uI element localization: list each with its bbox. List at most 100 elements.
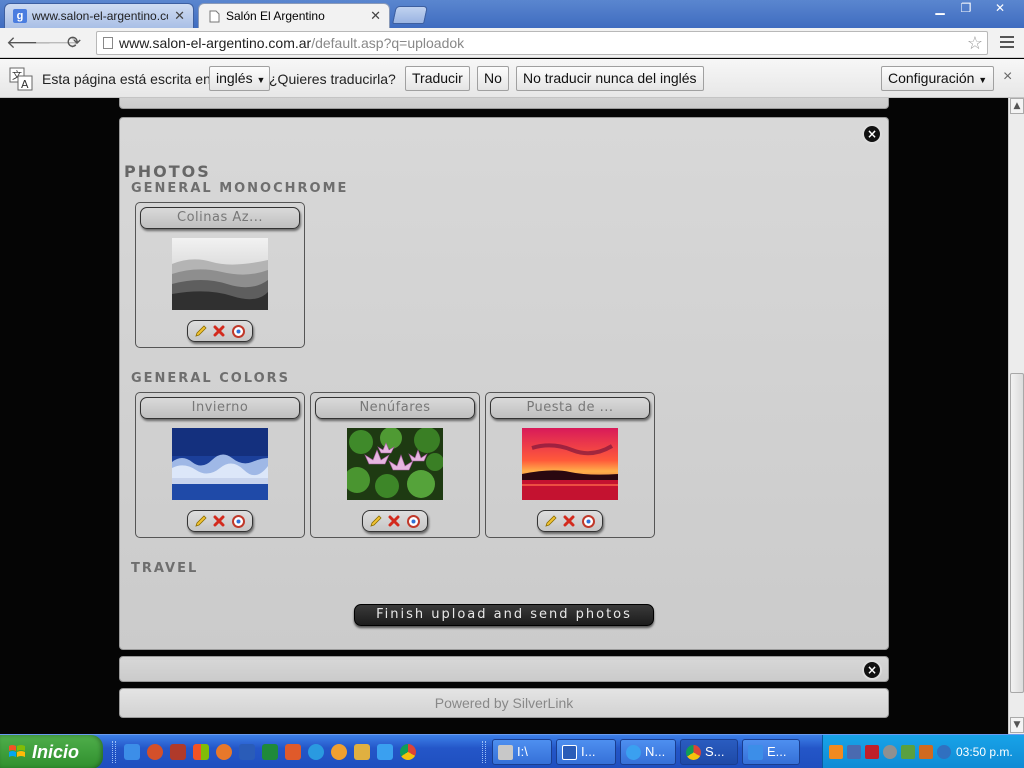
photo-actions [537,510,603,532]
tray-network-icon[interactable] [847,745,861,759]
photo-name[interactable]: Invierno [140,397,300,419]
taskbar-item-explorer[interactable]: E... [742,739,800,765]
dropdown-arrow-icon: ▼ [978,75,988,85]
media-player-quicklaunch-icon[interactable] [308,744,324,760]
chrome-quicklaunch-icon[interactable] [400,744,416,760]
tab-salon-el-argentino-com[interactable]: g www.salon-el-argentino.com ✕ [4,3,194,28]
chrome-menu-icon[interactable] [1000,36,1014,50]
no-translate-button[interactable]: No [477,66,509,91]
taskbar-item-chrome[interactable]: S... [680,739,738,765]
language-select[interactable]: inglés ▼ [209,66,271,91]
tray-antivirus-icon[interactable] [865,745,879,759]
start-label: Inicio [32,742,80,762]
edit-pencil-icon[interactable] [194,324,208,338]
edit-pencil-icon[interactable] [369,514,383,528]
photo-card: Invierno [135,392,305,538]
windows-quicklaunch-icon[interactable] [193,744,209,760]
delete-x-icon[interactable] [562,514,576,528]
taskbar-item-drive[interactable]: I:\ [492,739,552,765]
url-host: www.salon-el-argentino.com.ar [119,35,312,51]
photo-card: Nenúfares [310,392,480,538]
ie-icon [626,745,641,760]
app-quicklaunch-icon[interactable] [285,744,301,760]
delete-x-icon[interactable] [212,324,226,338]
tray-update-icon[interactable] [901,745,915,759]
tab-label: Salón El Argentino [226,9,325,23]
photo-name[interactable]: Puesta de ... [490,397,650,419]
ie-blue-quicklaunch-icon[interactable] [377,744,393,760]
taskbar-grip[interactable] [112,741,116,763]
taskbar-item-label: S... [705,744,725,759]
bookmark-star-icon[interactable]: ☆ [967,32,983,54]
start-button[interactable]: Inicio [0,735,103,768]
translate-button[interactable]: Traducir [405,66,470,91]
reload-icon[interactable]: ⟳ [63,33,85,53]
browser-title-bar: g www.salon-el-argentino.com ✕ Salón El … [0,0,1024,28]
vertical-scrollbar[interactable]: ▲ ▼ [1008,98,1024,734]
never-translate-button[interactable]: No traducir nunca del inglés [516,66,704,91]
excel-quicklaunch-icon[interactable] [262,744,278,760]
close-tab-icon[interactable]: ✕ [370,8,381,24]
address-bar[interactable]: www.salon-el-argentino.com.ar/default.as… [96,31,988,55]
page-icon [103,37,113,49]
restore-window-icon[interactable]: ❐ [954,0,978,18]
photo-name[interactable]: Nenúfares [315,397,475,419]
word-quicklaunch-icon[interactable] [239,744,255,760]
windows-taskbar: Inicio I:\ I... N... S... E... 03:50 p.m… [0,734,1024,768]
rotate-icon[interactable] [231,324,245,338]
br-quicklaunch-icon[interactable] [170,744,186,760]
scroll-down-arrow-icon[interactable]: ▼ [1010,717,1024,733]
delete-x-icon[interactable] [387,514,401,528]
section-title: PHOTOS [124,162,211,181]
tray-app-icon[interactable] [829,745,843,759]
clock[interactable]: 03:50 p.m. [956,735,1013,768]
rotate-icon[interactable] [406,514,420,528]
close-infobar-icon[interactable]: × [1003,68,1012,86]
firefox-old-quicklaunch-icon[interactable] [147,744,163,760]
back-arrow-icon[interactable]: 🡐 [6,33,52,53]
footer: Powered by SilverLink [119,688,889,718]
taskbar-item-ie[interactable]: N... [620,739,676,765]
photo-card: Puesta de ... [485,392,655,538]
new-tab-button[interactable] [392,6,428,24]
taskbar-item-word[interactable]: I... [556,739,616,765]
translate-settings-button[interactable]: Configuración ▼ [881,66,995,91]
sunset-thumbnail[interactable] [522,428,618,500]
firefox-quicklaunch-icon[interactable] [216,744,232,760]
tab-salon-el-argentino[interactable]: Salón El Argentino ✕ [198,3,390,28]
orange-app-quicklaunch-icon[interactable] [331,744,347,760]
tray-shield-icon[interactable] [883,745,897,759]
close-window-icon[interactable]: ✕ [986,0,1014,18]
edit-pencil-icon[interactable] [544,514,558,528]
finish-upload-button[interactable]: Finish upload and send photos [354,604,654,626]
tray-security-icon[interactable] [937,745,951,759]
powered-by-text: Powered by SilverLink [434,695,574,711]
close-panel-icon[interactable]: × [862,124,882,144]
water-lilies-thumbnail[interactable] [347,428,443,500]
close-tab-icon[interactable]: ✕ [174,8,185,24]
photo-name[interactable]: Colinas Az... [140,207,300,229]
paint-quicklaunch-icon[interactable] [354,744,370,760]
tray-volume-icon[interactable] [919,745,933,759]
close-panel-icon[interactable]: × [862,660,882,680]
scroll-thumb[interactable] [1010,373,1024,693]
ie-quicklaunch-icon[interactable] [124,744,140,760]
misty-hills-thumbnail[interactable] [172,238,268,310]
edit-pencil-icon[interactable] [194,514,208,528]
translate-icon: 文 A [9,67,33,91]
word-icon [562,745,577,760]
taskbar-item-label: I:\ [517,744,528,759]
delete-x-icon[interactable] [212,514,226,528]
forward-arrow-icon[interactable]: 🡒 [34,33,80,53]
winter-trees-thumbnail[interactable] [172,428,268,500]
translate-question: ¿Quieres traducirla? [269,71,396,87]
taskbar-item-label: I... [581,744,596,759]
minimize-window-icon[interactable]: ▁ [928,0,952,18]
translate-settings-label: Configuración [888,70,975,86]
rotate-icon[interactable] [231,514,245,528]
chrome-icon [686,745,701,760]
scroll-up-arrow-icon[interactable]: ▲ [1010,98,1024,114]
rotate-icon[interactable] [581,514,595,528]
taskbar-grip[interactable] [482,741,486,763]
google-favicon-icon: g [13,9,27,23]
